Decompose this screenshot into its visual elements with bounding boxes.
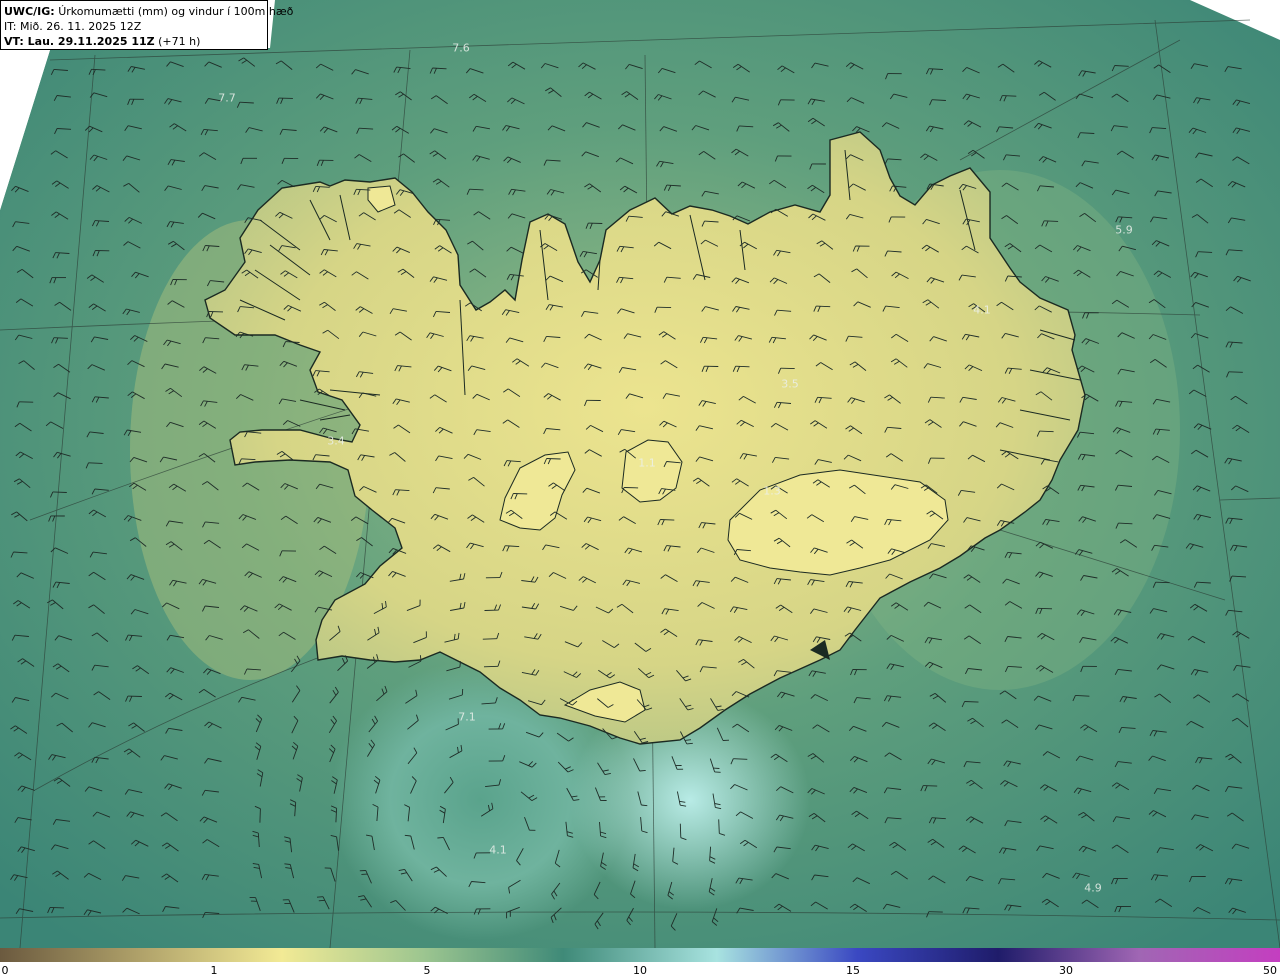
- point-value: 4.1: [973, 303, 991, 317]
- colorbar-tick: 30: [1059, 964, 1073, 977]
- map-header: UWC/IG: Úrkomumætti (mm) og vindur í 100…: [0, 0, 293, 50]
- point-value: 4.9: [1084, 881, 1102, 895]
- colorbar-ticks: 0 1 5 10 15 30 50: [0, 962, 1280, 978]
- colorbar-tick: 0: [1, 964, 9, 977]
- point-value: 1.1: [638, 456, 656, 470]
- map-title: Úrkomumætti (mm) og vindur í 100m hæð: [58, 5, 294, 18]
- valid-time: VT: Lau. 29.11.2025 11Z: [4, 35, 155, 48]
- init-time: IT: Mið. 26. 11. 2025 12Z: [4, 20, 142, 33]
- point-value: 7.6: [452, 41, 470, 55]
- forecast-hour: (+71 h): [158, 35, 201, 48]
- colorbar-tick: 1: [210, 964, 218, 977]
- weather-map: [0, 0, 1280, 948]
- point-value: 7.1: [458, 710, 476, 724]
- point-value: 1.3: [763, 484, 781, 498]
- product-code: UWC/IG:: [4, 5, 55, 18]
- point-value: 4.1: [489, 843, 507, 857]
- colorbar-tick: 50: [1263, 964, 1277, 977]
- colorbar: [0, 948, 1280, 962]
- point-value: 7.7: [218, 91, 236, 105]
- point-value: 3.5: [781, 377, 799, 391]
- colorbar-tick: 5: [423, 964, 431, 977]
- point-value: 3.4: [327, 434, 345, 448]
- point-value: 5.9: [1115, 223, 1133, 237]
- colorbar-tick: 10: [633, 964, 647, 977]
- colorbar-tick: 15: [846, 964, 860, 977]
